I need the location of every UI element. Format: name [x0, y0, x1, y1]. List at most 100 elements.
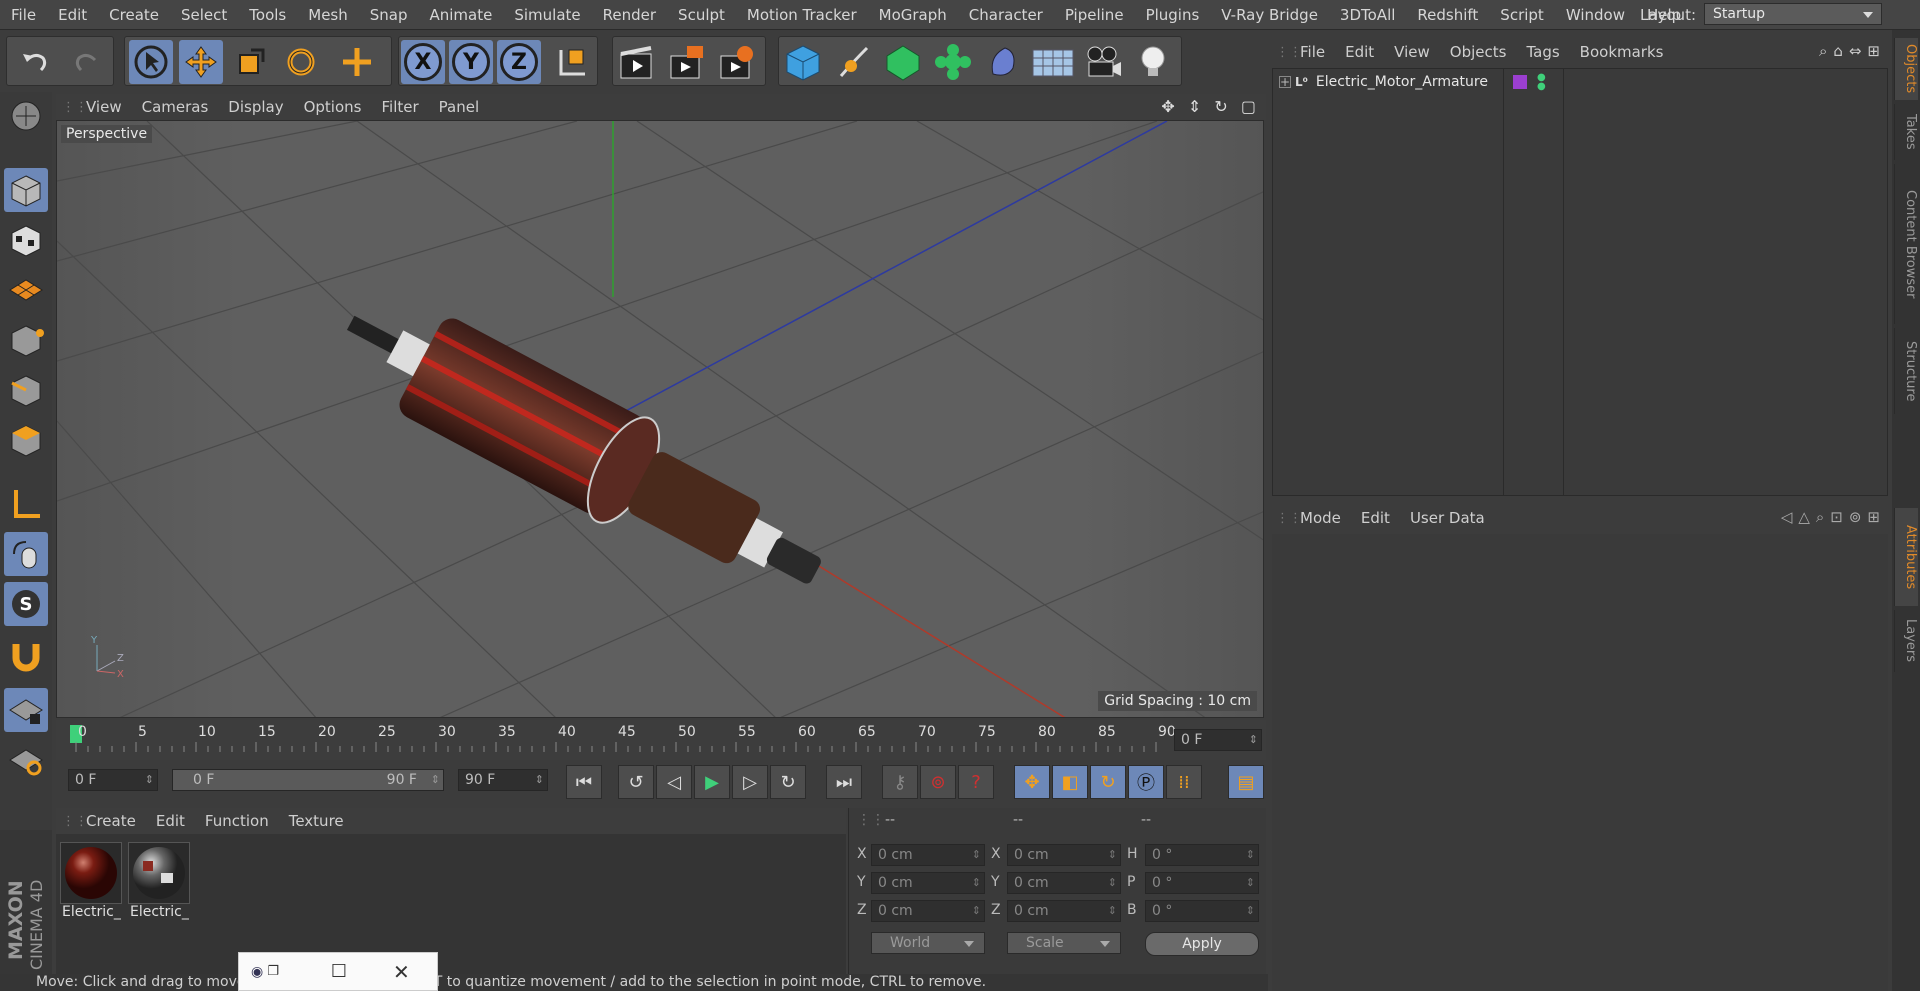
move-tool-button[interactable] — [179, 40, 223, 84]
size-y-field[interactable]: 0 cm — [1007, 872, 1121, 894]
objects-menu-file[interactable]: File — [1290, 43, 1335, 61]
menu-mesh[interactable]: Mesh — [297, 6, 359, 24]
deformer-button[interactable] — [981, 40, 1025, 84]
light-button[interactable] — [1131, 40, 1175, 84]
menu-sculpt[interactable]: Sculpt — [667, 6, 736, 24]
viewport-menu-filter[interactable]: Filter — [371, 98, 428, 116]
cloner-button[interactable] — [931, 40, 975, 84]
subdivision-button[interactable] — [881, 40, 925, 84]
objects-menu-objects[interactable]: Objects — [1440, 43, 1517, 61]
size-z-field[interactable]: 0 cm — [1007, 900, 1121, 922]
menu-animate[interactable]: Animate — [419, 6, 504, 24]
viewport-nav-icons[interactable]: ✥ ⇕ ↻ ▢ — [1161, 97, 1260, 116]
live-select-button[interactable] — [335, 40, 379, 84]
material-menu-function[interactable]: Function — [195, 812, 279, 830]
floor-button[interactable] — [1031, 40, 1075, 84]
material-menu-texture[interactable]: Texture — [279, 812, 354, 830]
coordinate-system-button[interactable] — [549, 40, 593, 84]
menu-file[interactable]: File — [0, 6, 47, 24]
record-active-button[interactable]: ⚷ — [882, 765, 918, 799]
autokey-button[interactable]: ⊚ — [920, 765, 956, 799]
start-frame-field[interactable]: 0 F — [68, 769, 158, 791]
objects-header-icons[interactable]: ⌕⌂⇔⊞ — [1819, 42, 1886, 60]
undo-button[interactable] — [13, 40, 57, 84]
objects-menu-view[interactable]: View — [1384, 43, 1440, 61]
rot-b-field[interactable]: 0 ° — [1145, 900, 1259, 922]
attributes-menu-mode[interactable]: Mode — [1290, 509, 1351, 527]
tab-attributes[interactable]: Attributes — [1894, 508, 1918, 606]
rotate-tool-button[interactable] — [279, 40, 323, 84]
visibility-dots-icon[interactable]: ● ● — [1537, 73, 1546, 92]
record-position-button[interactable]: ✥ — [1014, 765, 1050, 799]
pen-spline-button[interactable] — [831, 40, 875, 84]
camera-label[interactable]: Perspective — [61, 125, 153, 143]
next-frame-button[interactable]: ▷ — [732, 765, 768, 799]
record-rotation-button[interactable]: ↻ — [1090, 765, 1126, 799]
menu-pipeline[interactable]: Pipeline — [1054, 6, 1135, 24]
tweak-mode-button[interactable] — [4, 532, 48, 576]
viewport-menu-cameras[interactable]: Cameras — [132, 98, 219, 116]
layout-select[interactable]: Startup — [1704, 3, 1882, 25]
render-settings-button[interactable] — [715, 40, 759, 84]
size-x-field[interactable]: 0 cm — [1007, 844, 1121, 866]
material-menu-edit[interactable]: Edit — [146, 812, 195, 830]
select-tool-button[interactable] — [129, 40, 173, 84]
timeline-window-button[interactable]: ▤ — [1228, 765, 1264, 799]
material-swatch[interactable]: Electric_ — [128, 842, 190, 926]
tab-layers[interactable]: Layers — [1894, 610, 1918, 672]
redo-button[interactable] — [65, 40, 109, 84]
locked-workplane-button[interactable] — [4, 688, 48, 732]
scale-tool-button[interactable] — [229, 40, 273, 84]
menu-select[interactable]: Select — [170, 6, 238, 24]
render-picture-viewer-button[interactable] — [665, 40, 709, 84]
go-to-start-button[interactable]: ⏮ — [566, 765, 602, 799]
menu-vray-bridge[interactable]: V-Ray Bridge — [1210, 6, 1329, 24]
menu-edit[interactable]: Edit — [47, 6, 98, 24]
menu-plugins[interactable]: Plugins — [1135, 6, 1211, 24]
planar-workplane-button[interactable] — [4, 738, 48, 782]
menu-create[interactable]: Create — [98, 6, 170, 24]
cube-button[interactable] — [781, 40, 825, 84]
y-axis-lock-button[interactable]: Y — [449, 40, 493, 84]
attributes-menu-edit[interactable]: Edit — [1351, 509, 1400, 527]
menu-render[interactable]: Render — [592, 6, 667, 24]
3d-viewport[interactable]: Perspective Y Z X Grid Spacing : 10 cm — [56, 120, 1264, 718]
tab-structure[interactable]: Structure — [1894, 328, 1918, 414]
z-axis-lock-button[interactable]: Z — [497, 40, 541, 84]
edges-mode-button[interactable] — [4, 368, 48, 412]
layer-color-swatch[interactable] — [1513, 75, 1527, 89]
previous-frame-button[interactable]: ◁ — [656, 765, 692, 799]
viewport-menu-display[interactable]: Display — [218, 98, 293, 116]
object-row[interactable]: + L⁰ Electric_Motor_Armature ● ● — [1273, 71, 1887, 93]
pos-x-field[interactable]: 0 cm — [871, 844, 985, 866]
camera-button[interactable] — [1081, 40, 1125, 84]
workplane-mode-button[interactable] — [4, 268, 48, 312]
record-pla-button[interactable]: ⁞⁞ — [1166, 765, 1202, 799]
render-view-button[interactable] — [615, 40, 659, 84]
restore-icon[interactable]: ❐ — [267, 964, 279, 979]
menu-snap[interactable]: Snap — [359, 6, 419, 24]
tab-content-browser[interactable]: Content Browser — [1894, 164, 1918, 324]
viewport-menu-panel[interactable]: Panel — [429, 98, 489, 116]
menu-simulate[interactable]: Simulate — [503, 6, 591, 24]
menu-character[interactable]: Character — [958, 6, 1054, 24]
x-axis-lock-button[interactable]: X — [401, 40, 445, 84]
next-key-button[interactable]: ↻ — [770, 765, 806, 799]
play-button[interactable]: ▶ — [694, 765, 730, 799]
menu-tools[interactable]: Tools — [238, 6, 297, 24]
timeline[interactable]: 0 5 10 15 20 25 30 35 40 45 50 55 60 65 70 75 80 85 90 0 F — [56, 720, 1266, 760]
objects-menu-bookmarks[interactable]: Bookmarks — [1570, 43, 1674, 61]
pos-z-field[interactable]: 0 cm — [871, 900, 985, 922]
rot-h-field[interactable]: 0 ° — [1145, 844, 1259, 866]
apply-button[interactable]: Apply — [1145, 932, 1259, 956]
viewport-menu-view[interactable]: View — [76, 98, 132, 116]
menu-redshift[interactable]: Redshift — [1406, 6, 1489, 24]
maximize-icon[interactable]: ☐ — [331, 961, 347, 982]
current-frame-field[interactable]: 0 F — [1174, 729, 1262, 751]
expand-icon[interactable]: + — [1279, 76, 1291, 88]
coordinate-space-dropdown[interactable]: World — [871, 932, 985, 954]
close-icon[interactable]: ✕ — [393, 960, 410, 984]
record-parameter-button[interactable]: Ⓟ — [1128, 765, 1164, 799]
go-to-end-button[interactable]: ⏭ — [826, 765, 862, 799]
make-editable-button[interactable] — [4, 94, 48, 138]
